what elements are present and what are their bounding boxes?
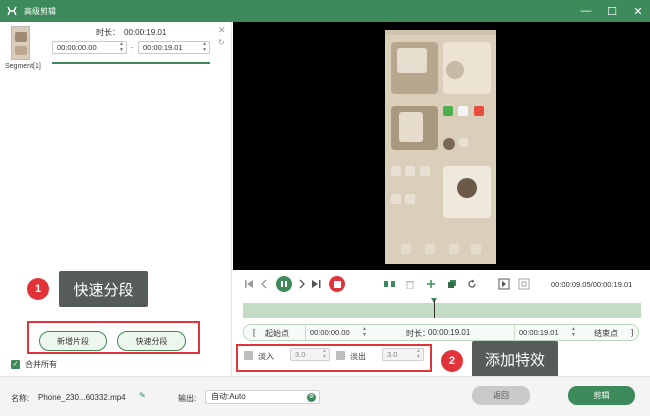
- set-end-button[interactable]: 结束点: [594, 328, 618, 339]
- duration-label: 时长：: [96, 28, 120, 37]
- skip-to-end-icon[interactable]: [310, 278, 322, 289]
- title-bar: 高级剪辑 — ☐ ✕: [0, 0, 650, 22]
- edit-name-icon[interactable]: ✎: [139, 391, 146, 400]
- clip-button[interactable]: 剪辑: [568, 386, 635, 405]
- fade-out-label: 淡出: [350, 352, 366, 361]
- time-separator: -: [131, 43, 134, 52]
- minimize-button[interactable]: —: [574, 0, 598, 22]
- segment-end-input[interactable]: 00:00:19.01 ▲ ▼: [138, 41, 210, 54]
- output-value: 自动:Auto: [211, 392, 246, 401]
- delete-icon[interactable]: [404, 278, 415, 289]
- range-duration-label: 时长：: [406, 329, 430, 338]
- annotation-tooltip-1: 快速分段: [59, 271, 148, 307]
- file-name: Phone_230...60332.mp4: [38, 393, 126, 402]
- spinner-icon[interactable]: ▲ ▼: [322, 348, 327, 360]
- skip-to-start-icon[interactable]: [243, 278, 254, 289]
- range-duration-value: 00:00:19.01: [428, 328, 471, 337]
- range-end-input[interactable]: 00:00:19.01 ▲ ▼: [514, 325, 578, 340]
- fade-out-input[interactable]: 3.0 ▲ ▼: [382, 348, 424, 361]
- annotation-tooltip-2: 添加特效: [472, 341, 558, 377]
- next-frame-icon[interactable]: [296, 278, 307, 289]
- range-start-input[interactable]: 00:00:00.00 ▲ ▼: [305, 325, 369, 340]
- merge-all-checkbox[interactable]: ✓: [11, 360, 20, 369]
- fade-in-label: 淡入: [258, 352, 274, 361]
- spinner-icon[interactable]: ▲ ▼: [571, 326, 576, 338]
- spinner-icon[interactable]: ▲ ▼: [119, 41, 124, 53]
- segment-start-value: 00:00:00.00: [57, 43, 97, 52]
- spinner-icon[interactable]: ▲ ▼: [202, 41, 207, 53]
- fade-in-checkbox[interactable]: [244, 351, 253, 360]
- add-icon[interactable]: [425, 278, 436, 289]
- segment-end-value: 00:00:19.01: [143, 43, 183, 52]
- fade-in-input[interactable]: 3.0 ▲ ▼: [290, 348, 330, 361]
- segment-thumbnail[interactable]: [11, 26, 30, 60]
- annotation-badge-1: 1: [27, 278, 49, 300]
- start-bracket-icon: [: [253, 328, 256, 337]
- output-select[interactable]: 自动:Auto ⚙: [205, 390, 320, 404]
- output-settings-icon[interactable]: ⚙: [307, 393, 316, 402]
- segment-start-input[interactable]: 00:00:00.00 ▲ ▼: [52, 41, 127, 54]
- back-button[interactable]: 返回: [472, 386, 530, 405]
- duration-value: 00:00:19.01: [124, 28, 167, 37]
- merge-all-label: 合并所有: [25, 360, 57, 369]
- range-end-value: 00:00:19.01: [519, 328, 559, 337]
- fade-in-value: 3.0: [295, 350, 306, 359]
- segment-duration: 时长： 00:00:19.01: [96, 27, 166, 38]
- record-stop-button[interactable]: [329, 276, 345, 292]
- fade-out-value: 3.0: [387, 350, 398, 359]
- timeline-track[interactable]: [243, 303, 641, 318]
- maximize-button[interactable]: ☐: [600, 0, 624, 22]
- player-timecode: 00:00:09.05/00:00:19.01: [551, 280, 633, 289]
- reset-segment-icon[interactable]: ↻: [218, 38, 225, 47]
- add-segment-button[interactable]: 新增片段: [39, 331, 107, 351]
- video-frame-image: [385, 30, 496, 264]
- annotation-badge-2: 2: [441, 350, 463, 372]
- spinner-icon[interactable]: ▲ ▼: [362, 326, 367, 338]
- spinner-icon[interactable]: ▲ ▼: [416, 348, 421, 360]
- reset-icon[interactable]: [466, 278, 477, 289]
- window-title: 高级剪辑: [24, 6, 56, 16]
- quick-split-button[interactable]: 快速分段: [117, 331, 186, 351]
- segment-label: Segment[1]: [5, 63, 41, 70]
- mark-out-icon[interactable]: [517, 277, 530, 290]
- playhead[interactable]: [434, 300, 435, 318]
- output-label: 输出:: [178, 394, 197, 403]
- fade-out-checkbox[interactable]: [336, 351, 345, 360]
- pause-button[interactable]: [276, 276, 292, 292]
- name-label: 名称:: [11, 394, 30, 403]
- end-bracket-icon: ]: [631, 328, 634, 337]
- split-icon[interactable]: [383, 278, 395, 289]
- close-button[interactable]: ✕: [626, 0, 650, 22]
- delete-segment-icon[interactable]: ✕: [218, 25, 226, 36]
- set-start-button[interactable]: 起始点: [265, 328, 289, 339]
- previous-frame-icon[interactable]: [258, 278, 269, 289]
- copy-icon[interactable]: [446, 278, 457, 289]
- range-start-value: 00:00:00.00: [310, 328, 350, 337]
- mark-in-icon[interactable]: [497, 277, 510, 290]
- app-logo-icon: [6, 5, 18, 17]
- segment-progress-bar: [52, 62, 210, 64]
- merge-all-option[interactable]: ✓ 合并所有: [11, 359, 57, 370]
